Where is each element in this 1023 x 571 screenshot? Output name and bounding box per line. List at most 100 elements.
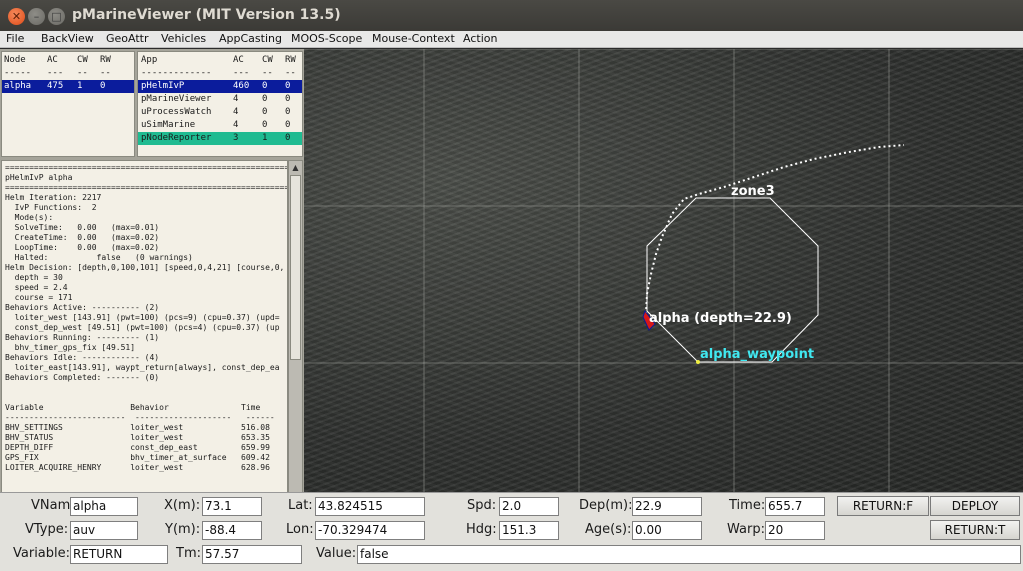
app-row-pnodereporter[interactable]: pNodeReporter 3 1 0 (138, 132, 302, 145)
helm-report-line: depth = 30 (5, 273, 63, 282)
vehicle-status-panel: VName: alpha X(m): 73.1 Lat: 43.824515 S… (0, 492, 1023, 571)
spd-label: Spd: (467, 498, 497, 513)
maximize-window-button[interactable]: □ (48, 8, 65, 25)
time-field[interactable]: 655.7 (765, 497, 825, 516)
minimize-icon: – (33, 10, 40, 23)
helm-report-line: Helm Decision: [depth,0,100,101] [speed,… (5, 263, 285, 272)
warp-label: Warp: (727, 522, 765, 537)
minimize-window-button[interactable]: – (28, 8, 45, 25)
menu-mouse-context[interactable]: Mouse-Context (372, 32, 455, 45)
helm-report-line: speed = 2.4 (5, 283, 68, 292)
vehicle-label: alpha (depth=22.9) (649, 311, 792, 326)
lat-label: Lat: (288, 498, 313, 513)
helm-report-line: loiter_east[143.91], waypt_return[always… (5, 363, 280, 372)
age-field[interactable]: 0.00 (632, 521, 702, 540)
helm-report-line: Behaviors Active: ---------- (2) (5, 303, 160, 312)
helm-report-line: Helm Iteration: 2217 (5, 193, 102, 202)
spd-field[interactable]: 2.0 (499, 497, 559, 516)
lon-label: Lon: (286, 522, 314, 537)
helm-report-line: loiter_west [143.91] (pwt=100) (pcs=9) (… (5, 313, 280, 322)
helm-report-line: GPS_FIX bhv_timer_at_surface 609.42 (5, 453, 270, 462)
app-row-phelmivp[interactable]: pHelmIvP 460 0 0 (138, 80, 302, 93)
app-row-usimmarine[interactable]: uSimMarine 4 0 0 (138, 119, 302, 132)
close-icon: ✕ (11, 10, 22, 23)
appcast-panel: Node AC CW RW ----- --- -- -- alpha 475 … (0, 49, 304, 523)
helm-report-line: Variable Behavior Time (5, 403, 261, 412)
x-field[interactable]: 73.1 (202, 497, 262, 516)
app-list-header: App AC CW RW (141, 55, 296, 65)
node-row-alpha[interactable]: alpha 475 1 0 (2, 80, 134, 93)
menu-vehicles[interactable]: Vehicles (161, 32, 206, 45)
dep-field[interactable]: 22.9 (632, 497, 702, 516)
app-row-pmarineviewer[interactable]: pMarineViewer 4 0 0 (138, 93, 302, 106)
menu-bar: File BackView GeoAttr Vehicles AppCastin… (0, 31, 1023, 48)
map-grid (304, 49, 1023, 492)
vtype-label: VType: (25, 522, 69, 537)
helm-report-line: pHelmIvP alpha 0/0( (5, 173, 288, 182)
helm-report-line: ------------------------- --------------… (5, 413, 275, 422)
app-row-uprocesswatch[interactable]: uProcessWatch 4 0 0 (138, 106, 302, 119)
x-label: X(m): (164, 498, 201, 513)
helm-report-line: const_dep_west [49.51] (pwt=100) (pcs=4)… (5, 323, 280, 332)
warp-field[interactable]: 20 (765, 521, 825, 540)
zone3-label: zone3 (731, 184, 775, 199)
helm-report-line: Behaviors Completed: ------- (0) (5, 373, 160, 382)
helm-report-line: BHV_STATUS loiter_west 653.35 (5, 433, 270, 442)
helm-report-line: LoopTime: 0.00 (max=0.02) (5, 243, 160, 252)
return-false-button[interactable]: RETURN:F (837, 496, 929, 516)
helm-report-line: Halted: false (0 warnings) (5, 253, 193, 262)
helm-report-line: Behaviors Idle: ------------ (4) (5, 353, 160, 362)
menu-file[interactable]: File (6, 32, 24, 45)
deploy-button[interactable]: DEPLOY (930, 496, 1020, 516)
helm-report-scrollbar[interactable]: ▲ ▼ (288, 160, 303, 523)
helm-report-line: SolveTime: 0.00 (max=0.01) (5, 223, 160, 232)
helm-report-line: Behaviors Running: --------- (1) (5, 333, 160, 342)
scroll-up-icon[interactable]: ▲ (290, 162, 301, 174)
helm-report-line: ========================================… (5, 163, 288, 172)
helm-report-line: LOITER_ACQUIRE_HENRY loiter_west 628.96 (5, 463, 270, 472)
age-label: Age(s): (585, 522, 632, 537)
helm-report-line: Mode(s): (5, 213, 54, 222)
hdg-field[interactable]: 151.3 (499, 521, 559, 540)
value-field[interactable]: false (357, 545, 1021, 564)
helm-report-line: course = 171 (5, 293, 73, 302)
menu-moos-scope[interactable]: MOOS-Scope (291, 32, 362, 45)
variable-label: Variable: (13, 546, 71, 561)
return-true-button[interactable]: RETURN:T (930, 520, 1020, 540)
maximize-icon: □ (51, 10, 62, 23)
helm-report-line: BHV_SETTINGS loiter_west 516.08 (5, 423, 270, 432)
dep-label: Dep(m): (579, 498, 633, 513)
helm-report-line: CreateTime: 0.00 (max=0.02) (5, 233, 160, 242)
hdg-label: Hdg: (466, 522, 497, 537)
app-list: App AC CW RW ------------- --- -- -- pHe… (137, 51, 303, 157)
vname-field[interactable]: alpha (70, 497, 138, 516)
vehicle-trail (645, 144, 905, 315)
close-window-button[interactable]: ✕ (8, 8, 25, 25)
y-label: Y(m): (165, 522, 201, 537)
scroll-thumb[interactable] (290, 175, 301, 360)
menu-appcasting[interactable]: AppCasting (219, 32, 282, 45)
helm-report-line: ========================================… (5, 183, 288, 192)
time-label: Time: (729, 498, 766, 513)
node-list: Node AC CW RW ----- --- -- -- alpha 475 … (1, 51, 135, 157)
map-view[interactable]: zone3 alpha (depth=22.9) alpha_waypoint (304, 49, 1023, 492)
zone3-polygon (646, 197, 819, 363)
menu-backview[interactable]: BackView (41, 32, 94, 45)
menu-geoattr[interactable]: GeoAttr (106, 32, 149, 45)
vtype-field[interactable]: auv (70, 521, 138, 540)
menu-action[interactable]: Action (463, 32, 497, 45)
lat-field[interactable]: 43.824515 (315, 497, 425, 516)
node-list-header: Node AC CW RW (4, 55, 111, 65)
value-label: Value: (316, 546, 357, 561)
variable-field[interactable]: RETURN (70, 545, 168, 564)
helm-report-line: DEPTH_DIFF const_dep_east 659.99 (5, 443, 270, 452)
helm-report-line: IvP Functions: 2 (5, 203, 97, 212)
helm-report: ========================================… (1, 160, 288, 523)
map-overlay (304, 49, 1023, 492)
title-bar: ✕ – □ pMarineViewer (MIT Version 13.5) (0, 0, 1023, 31)
node-list-divider: ----- --- -- -- (4, 68, 111, 78)
lon-field[interactable]: -70.329474 (315, 521, 425, 540)
y-field[interactable]: -88.4 (202, 521, 262, 540)
tm-field[interactable]: 57.57 (202, 545, 302, 564)
app-list-divider: ------------- --- -- -- (141, 68, 296, 78)
